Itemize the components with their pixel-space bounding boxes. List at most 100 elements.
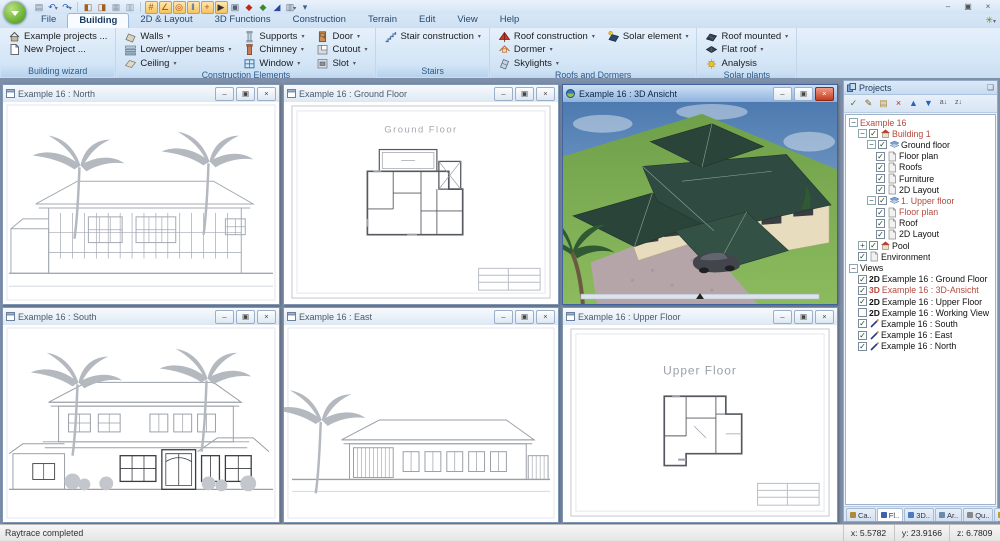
panel-tab-3d[interactable]: 3D.. [904, 508, 934, 521]
ribbon-item-solar-element[interactable]: Solar element▾ [605, 30, 691, 43]
help-plant-icon[interactable]: ✳▾ [985, 15, 996, 26]
restore-window-button[interactable]: ▣ [958, 0, 978, 13]
viewport-south-titlebar[interactable]: Example 16 : South –▣× [3, 308, 279, 326]
new-window-icon[interactable]: ▣ [229, 1, 242, 14]
edit-button[interactable]: ✎ [862, 97, 875, 110]
panel-tab-ar[interactable]: Ar.. [935, 508, 962, 521]
collapse-icon[interactable]: − [867, 140, 876, 149]
viewport-ground-floor-titlebar[interactable]: Example 16 : Ground Floor –▣× [284, 85, 558, 103]
application-menu-button[interactable] [3, 1, 27, 25]
menu-tab-terrain[interactable]: Terrain [357, 13, 408, 27]
ribbon-item-cutout[interactable]: Cutout▾ [314, 44, 369, 57]
minimize-window-button[interactable]: – [938, 0, 958, 13]
visibility-checkbox[interactable] [858, 308, 867, 317]
visibility-checkbox[interactable]: ✓ [878, 196, 887, 205]
ribbon-item-supports[interactable]: Supports▾ [241, 30, 306, 43]
ribbon-item-door[interactable]: Door▾ [314, 30, 369, 43]
undo-icon[interactable]: ↶▾ [47, 1, 60, 14]
east-elevation-canvas[interactable] [284, 325, 558, 522]
ribbon-item-walls[interactable]: Walls▾ [122, 30, 233, 43]
copy-icon[interactable]: ▥▾ [285, 1, 298, 14]
collapse-icon[interactable]: − [858, 129, 867, 138]
menu-tab-construction[interactable]: Construction [282, 13, 357, 27]
menu-tab-building[interactable]: Building [67, 13, 129, 28]
toolbar-overflow-icon[interactable]: ▾ [299, 1, 312, 14]
visibility-checkbox[interactable]: ✓ [876, 208, 885, 217]
sort-ascending-button[interactable]: a↓ [937, 97, 950, 110]
ribbon-item-chimney[interactable]: Chimney▾ [241, 44, 306, 57]
close-button[interactable]: × [257, 310, 276, 324]
view-2d-icon[interactable]: ◧ [82, 1, 95, 14]
ribbon-item-stair-construction[interactable]: Stair construction▾ [382, 30, 482, 43]
marker-red-icon[interactable]: ◆ [243, 1, 256, 14]
visibility-checkbox[interactable]: ✓ [876, 152, 885, 161]
collapse-icon[interactable]: − [849, 118, 858, 127]
tree-item-furniture[interactable]: ✓Furniture [846, 173, 995, 184]
close-window-button[interactable]: × [978, 0, 998, 13]
close-button[interactable]: × [815, 310, 834, 324]
tree-item-example-16-south[interactable]: ✓Example 16 : South [846, 318, 995, 329]
guide-lines-icon[interactable]: ‖ [187, 1, 200, 14]
visibility-checkbox[interactable]: ✓ [869, 241, 878, 250]
ribbon-item-new-project[interactable]: New Project ... [6, 44, 109, 57]
viewport-3d-titlebar[interactable]: Example 16 : 3D Ansicht –▣× [563, 85, 837, 103]
panel-tab-pv[interactable]: PV.. [994, 508, 1000, 521]
visibility-checkbox[interactable]: ✓ [858, 275, 867, 284]
viewport-north-titlebar[interactable]: Example 16 : North –▣× [3, 85, 279, 103]
visibility-checkbox[interactable]: ✓ [876, 174, 885, 183]
north-elevation-canvas[interactable] [3, 102, 279, 304]
tree-item-example-16-north[interactable]: ✓Example 16 : North [846, 341, 995, 352]
ribbon-item-roof-construction[interactable]: Roof construction▾ [496, 30, 597, 43]
panel-tab-qu[interactable]: Qu.. [963, 508, 993, 521]
object-snap-icon[interactable]: ◎ [173, 1, 186, 14]
tree-item-example-16[interactable]: −Example 16 [846, 117, 995, 128]
ribbon-item-ceiling[interactable]: Ceiling▾ [122, 57, 233, 70]
visibility-checkbox[interactable]: ✓ [858, 297, 867, 306]
pin-icon[interactable]: ❏ [987, 83, 994, 92]
minimize-button[interactable]: – [215, 310, 234, 324]
tree-item-ground-floor[interactable]: −✓Ground floor [846, 139, 995, 150]
panel-tab-fl[interactable]: Fl.. [877, 508, 903, 521]
menu-tab-edit[interactable]: Edit [408, 13, 446, 27]
crosshair-icon[interactable]: + [201, 1, 214, 14]
minimize-button[interactable]: – [494, 310, 513, 324]
restore-button[interactable]: ▣ [515, 310, 534, 324]
confirm-button[interactable]: ✓ [847, 97, 860, 110]
minimize-button[interactable]: – [773, 310, 792, 324]
viewport-upper-floor-titlebar[interactable]: Example 16 : Upper Floor –▣× [563, 308, 837, 326]
tree-item-floor-plan[interactable]: ✓Floor plan [846, 207, 995, 218]
viewport-east-titlebar[interactable]: Example 16 : East –▣× [284, 308, 558, 326]
minimize-button[interactable]: – [773, 87, 792, 101]
tree-item-example-16-3d-ansicht[interactable]: ✓3DExample 16 : 3D-Ansicht [846, 285, 995, 296]
visibility-checkbox[interactable]: ✓ [876, 219, 885, 228]
grid-toggle-icon[interactable]: # [145, 1, 158, 14]
viewport-east[interactable]: Example 16 : East –▣× [283, 307, 559, 523]
new-document-icon[interactable]: ▤ [33, 1, 46, 14]
upper-floor-plan-canvas[interactable]: Upper Floor [563, 325, 837, 522]
tree-item-views[interactable]: −Views [846, 262, 995, 273]
marker-green-icon[interactable]: ◆ [257, 1, 270, 14]
menu-tab-file[interactable]: File [30, 13, 67, 27]
visibility-checkbox[interactable]: ✓ [869, 129, 878, 138]
delete-button[interactable]: × [892, 97, 905, 110]
sort-descending-button[interactable]: z↓ [952, 97, 965, 110]
tree-item-1-upper-floor[interactable]: −✓1. Upper floor [846, 195, 995, 206]
viewport-3d[interactable]: Example 16 : 3D Ansicht –▣× [562, 84, 838, 305]
ribbon-item-analysis[interactable]: Analysis [703, 57, 790, 70]
restore-button[interactable]: ▣ [794, 310, 813, 324]
visibility-checkbox[interactable]: ✓ [876, 163, 885, 172]
tree-item-floor-plan[interactable]: ✓Floor plan [846, 151, 995, 162]
close-button[interactable]: × [536, 87, 555, 101]
panel-tab-ca[interactable]: Ca.. [846, 508, 876, 521]
visibility-checkbox[interactable]: ✓ [858, 342, 867, 351]
minimize-button[interactable]: – [215, 87, 234, 101]
tree-item-building-1[interactable]: −✓Building 1 [846, 128, 995, 139]
visibility-checkbox[interactable]: ✓ [858, 252, 867, 261]
open-button[interactable]: ▤ [877, 97, 890, 110]
collapse-icon[interactable]: − [867, 196, 876, 205]
tile-vertical-icon[interactable]: ▥ [124, 1, 137, 14]
close-button[interactable]: × [536, 310, 555, 324]
move-up-button[interactable]: ▲ [907, 97, 920, 110]
ribbon-item-slot[interactable]: Slot▾ [314, 57, 369, 70]
viewport-ground-floor[interactable]: Example 16 : Ground Floor –▣× Ground Flo… [283, 84, 559, 305]
